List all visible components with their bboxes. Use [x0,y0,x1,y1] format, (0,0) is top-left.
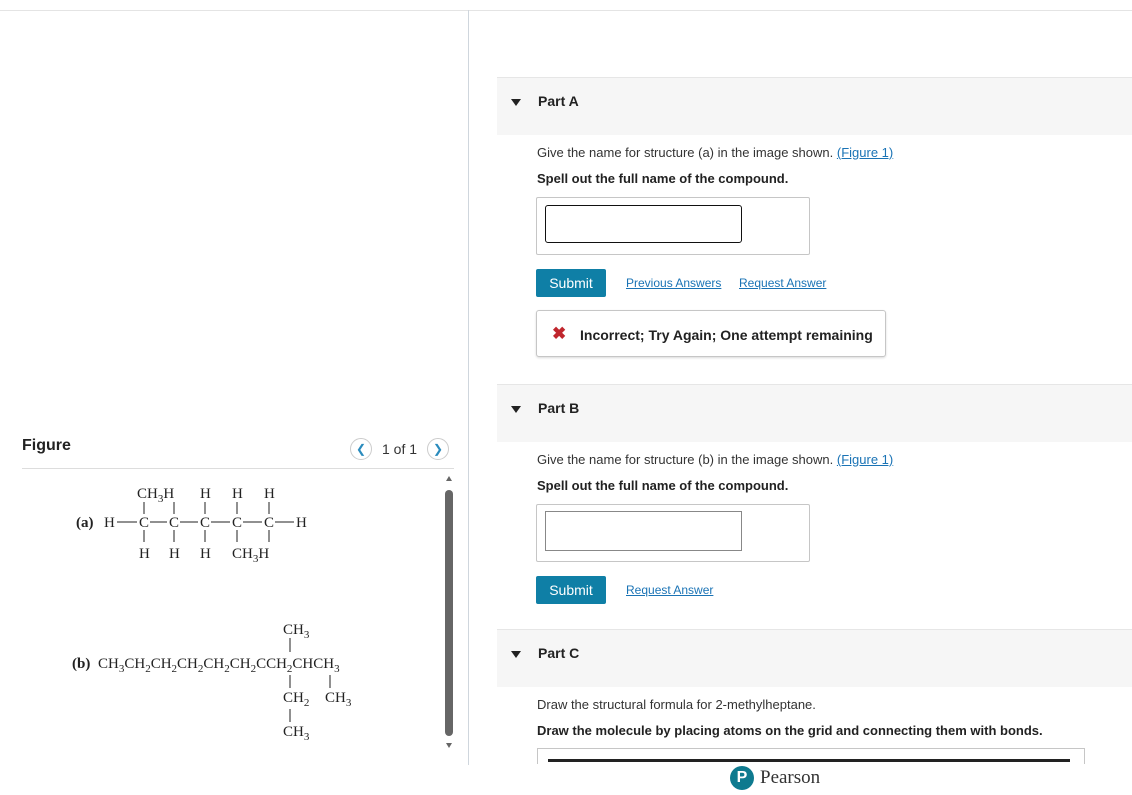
figure-page-count: 1 of 1 [382,441,418,457]
figure-scrollbar[interactable] [443,476,455,748]
part-b-answer-input[interactable] [545,511,742,551]
part-a-previous-answers-link[interactable]: Previous Answers [626,276,721,290]
structure-b: CH3 (b) CH3CH2CH2CH2CH2CH2CCH2CHCH3 CH2 … [72,622,352,743]
struct-a-bottom-bonds [143,530,270,542]
struct-b-top-ch3: CH3 [283,622,310,641]
struct-a-bottom-3: H [200,546,211,562]
struct-a-top-2: H [200,486,211,502]
scroll-down-arrow-icon[interactable] [446,743,452,748]
drawing-toolbar [548,759,1070,762]
part-b-request-answer-link[interactable]: Request Answer [626,583,713,597]
part-c-instruction: Draw the molecule by placing atoms on th… [537,723,1043,738]
part-b-submit-button[interactable]: Submit [536,576,606,604]
struct-b-label: (b) [72,656,90,672]
scroll-up-arrow-icon[interactable] [446,476,452,481]
struct-a-c3: C [200,515,210,531]
part-b-figure-link[interactable]: (Figure 1) [837,452,893,467]
part-a-question: Give the name for structure (a) in the i… [537,145,893,160]
figure-rule [22,468,454,469]
chevron-left-icon: ❮ [355,442,367,456]
pearson-logo-icon: P [730,766,754,790]
part-a-question-text: Give the name for structure (a) in the i… [537,145,834,160]
part-a-feedback-text: Incorrect; Try Again; One attempt remain… [580,327,873,343]
struct-a-bottom-4: CH3H [232,546,269,565]
part-a-feedback: ✖ Incorrect; Try Again; One attempt rema… [536,310,886,357]
struct-a-bottom-1: H [139,546,150,562]
caret-down-icon [511,651,521,658]
part-c-header[interactable]: Part C [497,629,1132,687]
chevron-right-icon: ❯ [433,442,444,456]
part-a-answer-box [536,197,810,255]
part-a-submit-button[interactable]: Submit [536,269,606,297]
struct-a-top-3: H [232,486,243,502]
next-figure-button[interactable]: ❯ [427,438,450,460]
top-rule [0,10,1132,11]
pearson-name: Pearson [760,767,821,788]
scroll-thumb[interactable] [445,490,453,736]
part-b-question: Give the name for structure (b) in the i… [537,452,893,467]
part-a-request-answer-link[interactable]: Request Answer [739,276,826,290]
struct-a-h-left: H [104,515,115,531]
part-a-answer-input[interactable] [545,205,742,243]
part-b-header[interactable]: Part B [497,384,1132,442]
struct-b-branch-ch3-bottom: CH3 [283,724,310,743]
figure-pager: ❮ 1 of 1 ❯ [350,438,450,460]
figure-structures: CH3H H H H (a) H C C C C C H H H H CH3H … [72,486,352,743]
struct-b-branch-ch2: CH2 [283,690,309,709]
part-b-question-text: Give the name for structure (b) in the i… [537,452,834,467]
struct-a-c1: C [139,515,149,531]
prev-figure-button[interactable]: ❮ [350,438,372,460]
part-a-title: Part A [538,93,579,109]
struct-a-top-4: H [264,486,275,502]
struct-a-c5: C [264,515,274,531]
part-a-header[interactable]: Part A [497,77,1132,135]
struct-a-top-1: CH3H [137,486,174,505]
part-c-title: Part C [538,645,580,661]
struct-a-label: (a) [76,515,94,531]
part-b-title: Part B [538,400,580,416]
part-a-instruction: Spell out the full name of the compound. [537,171,789,186]
part-b-answer-box [536,504,810,562]
panel-divider [468,10,469,765]
incorrect-x-icon: ✖ [552,324,567,343]
struct-a-bottom-2: H [169,546,180,562]
pearson-brand[interactable]: P Pearson [730,766,820,790]
part-b-instruction: Spell out the full name of the compound. [537,478,789,493]
caret-down-icon [511,406,521,413]
part-c-question: Draw the structural formula for 2-methyl… [537,697,816,712]
struct-a-c4: C [232,515,242,531]
struct-a-c2: C [169,515,179,531]
structure-a: CH3H H H H (a) H C C C C C H H H H CH3H [76,486,307,565]
figure-title: Figure [22,437,71,454]
struct-a-h-right: H [296,515,307,531]
part-a-figure-link[interactable]: (Figure 1) [837,145,893,160]
struct-b-branch-ch3-right: CH3 [325,690,352,709]
caret-down-icon [511,99,521,106]
struct-b-main-chain: CH3CH2CH2CH2CH2CH2CCH2CHCH3 [98,656,340,675]
